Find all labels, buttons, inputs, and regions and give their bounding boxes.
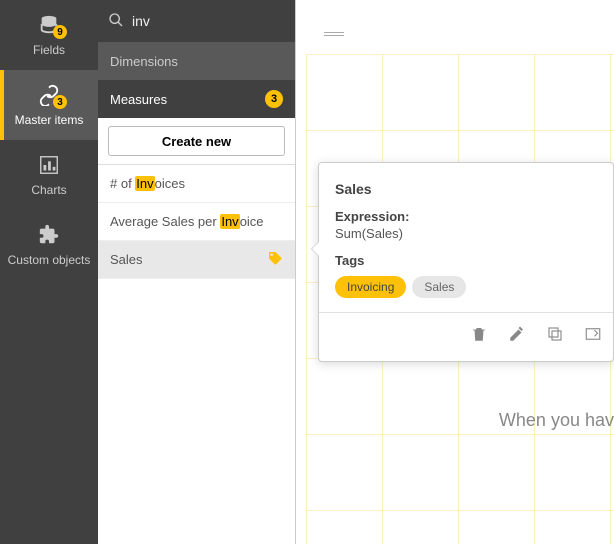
measures-count-badge: 3	[265, 90, 283, 108]
drag-handle-icon[interactable]	[324, 32, 344, 36]
tag-icon	[267, 250, 283, 269]
nav-fields-label: Fields	[33, 43, 65, 57]
measure-item-label: Average Sales per Invoice	[110, 214, 264, 229]
master-items-badge: 3	[53, 95, 67, 109]
dimensions-section[interactable]: Dimensions	[98, 42, 295, 80]
create-row: Create new	[98, 118, 295, 165]
measure-item-sales[interactable]: Sales	[98, 241, 295, 279]
delete-button[interactable]	[469, 324, 489, 344]
measures-label: Measures	[110, 92, 167, 107]
measure-item-label: # of Invoices	[110, 176, 185, 191]
dimensions-label: Dimensions	[110, 54, 178, 69]
database-icon: 9	[37, 13, 61, 37]
nav-custom-objects[interactable]: Custom objects	[0, 210, 98, 280]
nav-custom-objects-label: Custom objects	[8, 253, 91, 267]
measure-details-popover: Sales Expression: Sum(Sales) Tags Invoic…	[318, 162, 614, 362]
expression-value: Sum(Sales)	[335, 226, 597, 241]
create-new-button[interactable]: Create new	[108, 126, 285, 156]
duplicate-button[interactable]	[545, 324, 565, 344]
search-input[interactable]	[132, 13, 313, 29]
canvas-placeholder-text: When you hav	[499, 410, 614, 431]
nav-charts[interactable]: Charts	[0, 140, 98, 210]
popover-title: Sales	[335, 181, 597, 197]
asset-panel: ✕ Dimensions Measures 3 Create new # of …	[98, 0, 296, 544]
search-icon	[108, 12, 124, 31]
nav-charts-label: Charts	[31, 183, 66, 197]
tag-invoicing[interactable]: Invoicing	[335, 276, 406, 298]
puzzle-icon	[37, 223, 61, 247]
link-icon: 3	[37, 83, 61, 107]
bar-chart-icon	[37, 153, 61, 177]
search-bar: ✕	[98, 0, 295, 42]
measure-item-label: Sales	[110, 252, 143, 267]
measure-item-invoices[interactable]: # of Invoices	[98, 165, 295, 203]
tags-label: Tags	[335, 253, 597, 268]
measures-section[interactable]: Measures 3	[98, 80, 295, 118]
edit-button[interactable]	[507, 324, 527, 344]
fields-badge: 9	[53, 25, 67, 39]
left-nav: 9 Fields 3 Master items Charts Custom ob…	[0, 0, 98, 544]
nav-master-items-label: Master items	[15, 113, 84, 127]
nav-master-items[interactable]: 3 Master items	[0, 70, 98, 140]
tag-sales[interactable]: Sales	[412, 276, 466, 298]
nav-fields[interactable]: 9 Fields	[0, 0, 98, 70]
popover-toolbar	[319, 312, 613, 354]
expression-label: Expression:	[335, 209, 597, 224]
expand-button[interactable]	[583, 324, 603, 344]
tags-row: Invoicing Sales	[335, 276, 597, 298]
measure-item-avg-sales[interactable]: Average Sales per Invoice	[98, 203, 295, 241]
